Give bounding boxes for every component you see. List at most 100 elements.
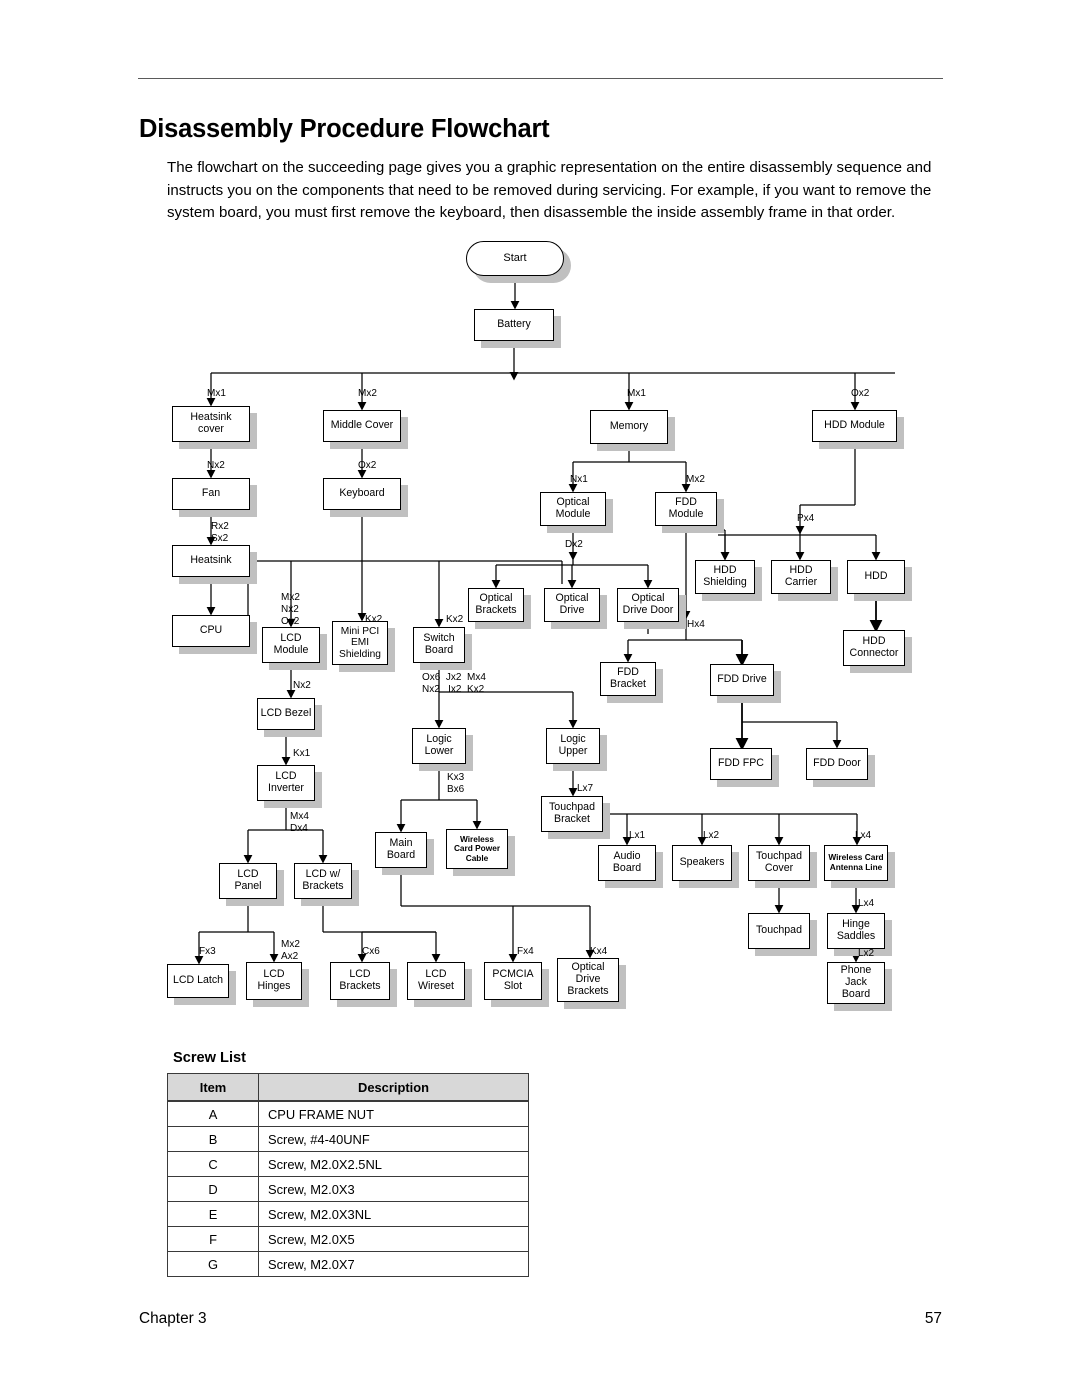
flow-node-label: Mini PCI EMI Shielding: [339, 625, 381, 660]
flow-node-label: Touchpad Cover: [756, 850, 802, 874]
flow-node-label: Heatsink: [190, 554, 232, 567]
table-row: C Screw, M2.0X2.5NL: [167, 1151, 529, 1177]
edge-label: Ox2: [358, 460, 377, 471]
flow-node-label: Wireless Card Power Cable: [453, 833, 501, 863]
flow-node-label: Speakers: [679, 856, 725, 869]
table-row: E Screw, M2.0X3NL: [167, 1201, 529, 1227]
flow-node-switch-board: Switch Board: [413, 627, 465, 663]
flow-node-label: LCD Panel: [234, 868, 262, 892]
flow-node-label: FDD FPC: [718, 757, 764, 770]
flow-node-label: HDD Connector: [849, 635, 899, 659]
flow-node-label: LCD Wireset: [418, 968, 454, 992]
flow-node-hinge-saddles: Hinge Saddles: [827, 913, 885, 949]
edge-label: Mx2: [281, 592, 300, 603]
screw-list-title: Screw List: [173, 1050, 246, 1066]
flow-node-label: FDD Module: [668, 496, 704, 520]
edge-label: Kx2: [446, 614, 464, 625]
flow-node-label: Battery: [497, 318, 531, 331]
footer-chapter: Chapter 3: [139, 1310, 207, 1327]
disassembly-flowchart: Start Battery Heatsink cover Middle Cover Mem…: [0, 0, 1080, 1397]
flow-node-label: Touchpad Bracket: [549, 801, 595, 825]
flow-node-lcd-panel: LCD Panel: [219, 863, 277, 899]
flow-node-pcmcia-slot: PCMCIA Slot: [484, 962, 542, 1000]
cell-item: D: [167, 1176, 259, 1202]
edge-label: Hx4: [687, 619, 705, 630]
flow-node-lcd-hinges: LCD Hinges: [246, 962, 302, 1000]
document-page: Disassembly Procedure Flowchart The flow…: [0, 0, 1080, 1397]
edge-label: Nx1: [570, 474, 588, 485]
table-row: A CPU FRAME NUT: [167, 1100, 529, 1127]
edge-label: Lx2: [703, 830, 720, 841]
edge-label: Nx2: [207, 460, 225, 471]
edge-label: Mx1: [207, 388, 226, 399]
flow-node-label: Logic Upper: [558, 733, 588, 757]
flow-node-hdd-shielding: HDD Shielding: [695, 560, 755, 594]
flow-node-label: LCD Latch: [172, 974, 224, 987]
cell-item: G: [167, 1251, 259, 1277]
cell-description: Screw, M2.0X5: [258, 1226, 529, 1252]
edge-label: Ax2: [281, 951, 299, 962]
flow-node-hdd-module: HDD Module: [812, 410, 897, 442]
flow-node-label: Hinge Saddles: [836, 918, 876, 942]
cell-description: Screw, M2.0X2.5NL: [258, 1151, 529, 1177]
flow-node-lcd-brackets: LCD Brackets: [330, 962, 390, 1000]
flow-node-optical-door: Optical Drive Door: [617, 588, 679, 622]
edge-label: Fx3: [199, 946, 216, 957]
flow-node-lcd-wireset: LCD Wireset: [407, 962, 465, 1000]
edge-label: Mx2: [358, 388, 377, 399]
flow-node-fdd-module: FDD Module: [655, 492, 717, 526]
flow-node-fdd-drive: FDD Drive: [710, 664, 774, 696]
flow-node-keyboard: Keyboard: [323, 478, 401, 510]
flow-node-memory: Memory: [590, 410, 668, 444]
flow-node-fdd-bracket: FDD Bracket: [600, 662, 656, 696]
flow-node-label: Wireless Card Antenna Line: [828, 852, 884, 872]
edge-label: Cx6: [362, 946, 380, 957]
flow-node-label: LCD Hinges: [257, 968, 291, 992]
flow-node-middle-cover: Middle Cover: [323, 410, 401, 442]
flow-node-label: Optical Drive Brackets: [567, 961, 609, 997]
edge-label: Lx1: [629, 830, 646, 841]
flow-node-logic-upper: Logic Upper: [546, 728, 600, 764]
edge-label: Rx2: [211, 521, 229, 532]
table-row: F Screw, M2.0X5: [167, 1226, 529, 1252]
table-row: D Screw, M2.0X3: [167, 1176, 529, 1202]
flow-node-label: FDD Drive: [717, 673, 767, 686]
table-row: B Screw, #4-40UNF: [167, 1126, 529, 1152]
flow-node-label: Fan: [201, 487, 221, 500]
flow-node-label: FDD Bracket: [610, 666, 646, 690]
edge-label: Sx2: [211, 533, 229, 544]
edge-label: Ox2: [281, 616, 300, 627]
footer-page-number: 57: [924, 1310, 942, 1327]
flow-node-lcd-w-brackets: LCD w/Brackets: [294, 863, 352, 899]
flow-node-label: FDD Door: [813, 757, 861, 770]
screw-list-table: Item Description A CPU FRAME NUT B Screw, #…: [167, 1073, 529, 1277]
flow-node-label: Audio Board: [612, 850, 642, 874]
flow-node-label: HDD Module: [824, 419, 885, 432]
table-row: G Screw, M2.0X7: [167, 1251, 529, 1277]
flow-node-label: Logic Lower: [424, 733, 454, 757]
flow-node-label: LCD w/Brackets: [302, 868, 344, 892]
flow-node-minipci-emi: Mini PCI EMI Shielding: [332, 621, 388, 665]
edge-label: Ox6 Jx2 Mx4: [422, 672, 486, 683]
flow-node-label: Middle Cover: [330, 419, 394, 432]
flow-node-phone-jack: Phone Jack Board: [827, 962, 885, 1004]
edge-label: Lx4: [855, 830, 872, 841]
edge-label: Mx2: [686, 474, 705, 485]
flow-node-hdd: HDD: [847, 560, 905, 594]
flow-node-hdd-connector: HDD Connector: [843, 630, 905, 666]
flow-node-label: HDD: [864, 570, 888, 583]
flow-node-cpu: CPU: [172, 615, 250, 647]
cell-description: Screw, M2.0X7: [258, 1251, 529, 1277]
flow-node-lcd-inverter: LCD Inverter: [257, 765, 315, 801]
flow-node-label: HDD Shielding: [703, 564, 747, 588]
flow-node-label: Optical Drive: [555, 592, 589, 616]
edge-label: Ox2: [851, 388, 870, 399]
flow-node-lcd-bezel: LCD Bezel: [257, 698, 315, 730]
edge-label: Mx4: [290, 811, 309, 822]
flow-node-label: Optical Module: [555, 496, 591, 520]
flow-node-audio-board: Audio Board: [598, 845, 656, 881]
edge-label: Fx4: [517, 946, 534, 957]
flow-node-label: LCD Inverter: [268, 770, 304, 794]
flow-node-label: LCD Module: [273, 632, 309, 656]
edge-label: Nx2: [293, 680, 311, 691]
